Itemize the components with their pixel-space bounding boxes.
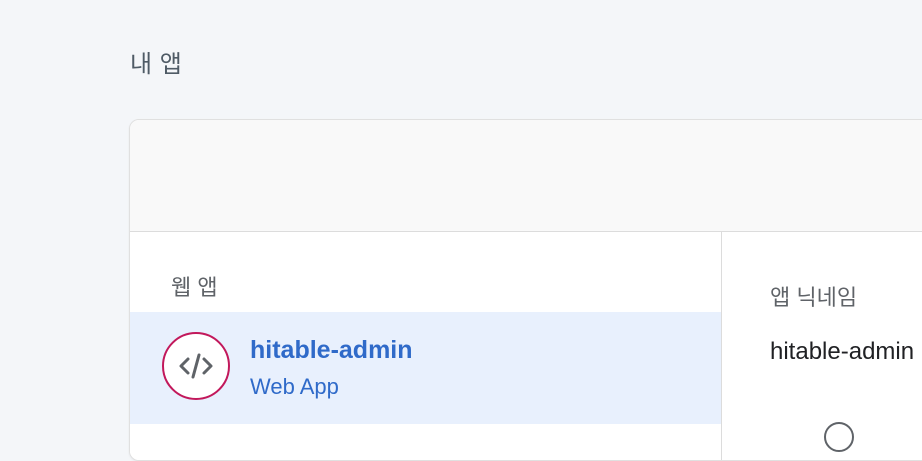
app-list-pane: 웹 앱 hitable-admin Web App <box>130 232 722 460</box>
apps-card: 웹 앱 hitable-admin Web App 앱 닉네임 hitable-… <box>129 119 922 461</box>
app-details-pane: 앱 닉네임 hitable-admin <box>722 232 922 460</box>
edit-icon[interactable] <box>824 422 854 452</box>
app-type: Web App <box>250 374 339 399</box>
nickname-label: 앱 닉네임 <box>770 285 858 310</box>
section-label-web-apps: 웹 앱 <box>171 275 218 300</box>
code-icon <box>162 332 230 400</box>
app-name: hitable-admin <box>250 336 413 364</box>
card-header <box>130 120 922 232</box>
app-list-item[interactable]: hitable-admin Web App <box>130 312 721 424</box>
page-title: 내 앱 <box>130 51 183 78</box>
nickname-value: hitable-admin <box>770 338 915 365</box>
